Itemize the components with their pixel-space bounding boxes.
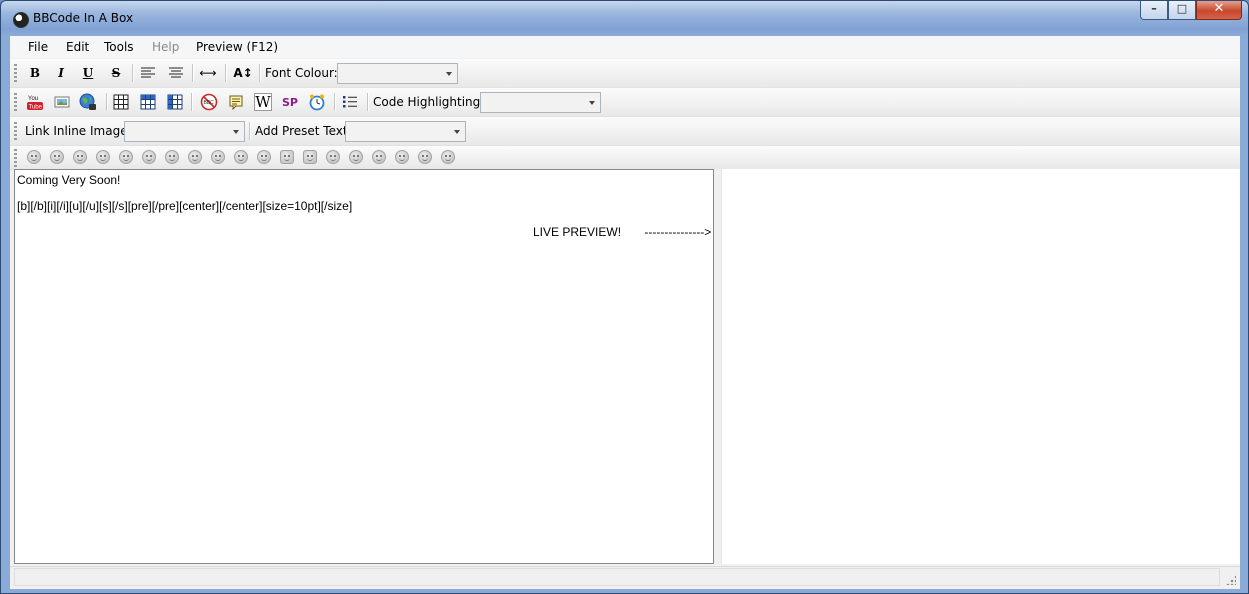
toolbar-separator xyxy=(132,64,134,82)
maximize-button[interactable]: □ xyxy=(1168,1,1196,20)
yin-yang-app-icon[interactable] xyxy=(13,12,29,28)
align-left-icon[interactable] xyxy=(139,64,157,82)
width-arrows-icon[interactable]: ⟷ xyxy=(199,64,217,82)
quote-icon[interactable] xyxy=(227,93,245,111)
svg-text:Tube: Tube xyxy=(29,105,43,111)
toolbar-grip[interactable] xyxy=(14,93,17,111)
bullet-list-icon[interactable] xyxy=(341,93,359,111)
formatting-toolbar: B I U S ⟷ A↕ Font Colour: xyxy=(10,59,1240,88)
table-header-icon[interactable] xyxy=(139,93,157,111)
align-center-icon[interactable] xyxy=(167,64,185,82)
insert-toolbar: You Tube BBC W SP Code Highlighting: xyxy=(10,88,1240,117)
smiley-shocked-icon[interactable] xyxy=(211,150,225,164)
youtube-icon[interactable]: You Tube xyxy=(26,93,44,111)
toolbar-separator xyxy=(259,64,261,82)
client-area: File Edit Tools Help Preview (F12) B I U… xyxy=(9,35,1241,589)
code-highlighting-dropdown[interactable] xyxy=(480,92,601,113)
strikethrough-icon[interactable]: S xyxy=(107,64,125,82)
table-column-icon[interactable] xyxy=(166,93,184,111)
window-title: BBCode In A Box xyxy=(33,11,134,25)
font-size-icon[interactable]: A↕ xyxy=(232,64,254,82)
smiley-cry-icon[interactable] xyxy=(372,150,386,164)
menu-preview[interactable]: Preview (F12) xyxy=(196,40,278,54)
toolbar-grip[interactable] xyxy=(14,149,17,167)
image-icon[interactable] xyxy=(53,93,71,111)
caption-buttons: – □ ✕ xyxy=(1140,1,1242,20)
smiley-sad-icon[interactable] xyxy=(119,150,133,164)
smiley-devil-icon[interactable] xyxy=(349,150,363,164)
add-preset-text-dropdown[interactable] xyxy=(345,121,466,142)
minimize-icon: – xyxy=(1151,2,1157,15)
pane-splitter[interactable] xyxy=(714,169,721,564)
italic-icon[interactable]: I xyxy=(52,64,70,82)
status-bar xyxy=(10,566,1240,589)
close-button[interactable]: ✕ xyxy=(1196,1,1242,20)
code-highlighting-label: Code Highlighting: xyxy=(373,95,485,109)
image-preset-toolbar: Link Inline Image: Add Preset Text: xyxy=(10,117,1240,146)
link-inline-image-label: Link Inline Image: xyxy=(25,124,132,138)
thumbs-down-icon[interactable] xyxy=(280,150,294,164)
toolbar-separator xyxy=(106,93,108,111)
app-window: BBCode In A Box – □ ✕ File Edit Tools He… xyxy=(0,0,1249,594)
alarm-clock-icon[interactable] xyxy=(308,93,326,111)
toolbar-separator xyxy=(225,64,227,82)
wikipedia-icon[interactable]: W xyxy=(254,93,272,111)
smiley-ninja-icon[interactable] xyxy=(418,150,432,164)
close-icon: ✕ xyxy=(1213,1,1225,16)
chevron-down-icon xyxy=(446,72,452,76)
smiley-smile-icon[interactable] xyxy=(96,150,110,164)
spoiler-icon[interactable]: SP xyxy=(281,93,299,111)
toolbar-separator xyxy=(334,93,336,111)
toolbar-separator xyxy=(191,93,193,111)
minimize-button[interactable]: – xyxy=(1140,1,1168,20)
globe-link-icon[interactable] xyxy=(79,93,97,111)
maximize-icon: □ xyxy=(1176,2,1188,15)
svg-text:You: You xyxy=(28,96,38,102)
chevron-down-icon xyxy=(589,101,595,105)
toolbar-separator xyxy=(367,93,369,111)
toolbar-grip[interactable] xyxy=(14,64,17,82)
live-preview-pane[interactable] xyxy=(721,169,1240,564)
font-colour-dropdown[interactable] xyxy=(337,63,458,84)
smiley-laugh-icon[interactable] xyxy=(257,150,271,164)
smiley-angry-icon[interactable] xyxy=(142,150,156,164)
smiley-cool-icon[interactable] xyxy=(73,150,87,164)
resize-grip-icon[interactable] xyxy=(1226,575,1236,585)
add-preset-text-label: Add Preset Text: xyxy=(255,124,352,138)
menu-tools[interactable]: Tools xyxy=(104,40,134,54)
toolbar-separator xyxy=(249,122,251,140)
editor-line: [b][/b][i][/i][u][/u][s][/s][pre][/pre][… xyxy=(17,199,353,213)
thumbs-up-icon[interactable] xyxy=(303,150,317,164)
smiley-wink-icon[interactable] xyxy=(234,150,248,164)
smiley-cheers-icon[interactable] xyxy=(326,150,340,164)
menu-help[interactable]: Help xyxy=(152,40,179,54)
link-inline-image-dropdown[interactable] xyxy=(124,121,245,142)
smiley-toolbar xyxy=(10,146,1240,170)
svg-text:BBC: BBC xyxy=(204,100,215,106)
title-bar[interactable]: BBCode In A Box – □ ✕ xyxy=(1,1,1248,35)
smiley-grin-icon[interactable] xyxy=(27,150,41,164)
smiley-confused-icon[interactable] xyxy=(188,150,202,164)
underline-icon[interactable]: U xyxy=(79,64,97,82)
bbcode-editor[interactable]: Coming Very Soon! [b][/b][i][/i][u][/u][… xyxy=(14,169,714,564)
editor-line: LIVE PREVIEW! ---------------> xyxy=(533,225,712,239)
smiley-neutral-icon[interactable] xyxy=(165,150,179,164)
menu-file[interactable]: File xyxy=(28,40,48,54)
no-bbcode-icon[interactable]: BBC xyxy=(200,93,218,111)
bold-icon[interactable]: B xyxy=(26,64,44,82)
toolbar-separator xyxy=(192,64,194,82)
chevron-down-icon xyxy=(233,130,239,134)
table-icon[interactable] xyxy=(112,93,130,111)
status-field xyxy=(14,568,1220,586)
smiley-dizzy-icon[interactable] xyxy=(395,150,409,164)
smiley-happy-icon[interactable] xyxy=(50,150,64,164)
font-colour-label: Font Colour: xyxy=(265,66,338,80)
menu-edit[interactable]: Edit xyxy=(66,40,89,54)
smiley-tongue-icon[interactable] xyxy=(441,150,455,164)
editor-line: Coming Very Soon! xyxy=(17,173,121,187)
toolbar-grip[interactable] xyxy=(14,122,17,140)
chevron-down-icon xyxy=(454,130,460,134)
menu-bar: File Edit Tools Help Preview (F12) xyxy=(10,36,1240,58)
